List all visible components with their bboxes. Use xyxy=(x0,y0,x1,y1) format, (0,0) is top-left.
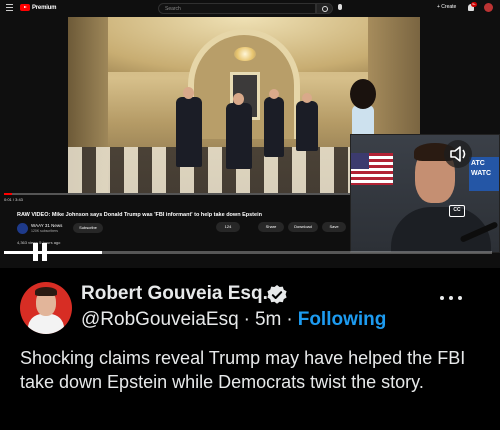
youtube-logo-text: Premium xyxy=(32,4,57,11)
tweet-timestamp[interactable]: 5m xyxy=(255,309,281,330)
notification-badge: 9+ xyxy=(471,2,477,7)
person-figure xyxy=(296,101,318,151)
captions-icon[interactable]: CC xyxy=(449,205,465,217)
following-button[interactable]: Following xyxy=(298,309,387,330)
like-button[interactable]: 124 xyxy=(216,222,240,232)
youtube-play-icon xyxy=(20,4,30,11)
american-flag xyxy=(351,153,393,185)
video-player[interactable]: Premium Search + Create 9+ 0:01 / 3:43 R… xyxy=(0,0,500,268)
webcam-overlay: ATC WATC xyxy=(350,134,500,253)
separator-dot: · xyxy=(286,309,293,330)
microphone-icon[interactable] xyxy=(338,4,342,10)
volume-icon[interactable] xyxy=(444,140,472,168)
chandelier xyxy=(234,47,256,61)
save-button[interactable]: Save xyxy=(322,222,346,232)
person-figure xyxy=(264,97,284,157)
search-icon[interactable] xyxy=(316,3,333,14)
youtube-top-bar: Premium Search + Create 9+ xyxy=(0,0,500,17)
youtube-logo[interactable]: Premium xyxy=(20,4,56,11)
author-handle[interactable]: @RobGouveiaEsq xyxy=(81,309,239,330)
menu-icon[interactable] xyxy=(6,4,13,13)
person-figure xyxy=(176,97,202,167)
separator-dot: · xyxy=(243,309,250,330)
person-head xyxy=(183,87,194,99)
author-avatar[interactable] xyxy=(20,282,72,334)
author-display-name[interactable]: Robert Gouveia Esq. xyxy=(81,283,268,305)
person-head xyxy=(302,93,312,103)
handle-row: @RobGouveiaEsq · 5m · Following xyxy=(81,309,386,331)
tweet: Robert Gouveia Esq. @RobGouveiaEsq · 5m · Fo… xyxy=(0,268,500,430)
share-button[interactable]: Share xyxy=(258,222,284,232)
download-button[interactable]: Download xyxy=(288,222,318,232)
channel-avatar[interactable] xyxy=(17,223,28,234)
playback-scrubber[interactable] xyxy=(4,251,492,254)
video-title: RAW VIDEO: Mike Johnson says Donald Trum… xyxy=(17,212,262,218)
channel-name[interactable]: WAAY 31 News xyxy=(31,223,62,228)
subscribe-button[interactable]: Subscribe xyxy=(73,223,103,233)
create-button[interactable]: + Create xyxy=(437,4,456,10)
search-input[interactable]: Search xyxy=(158,3,316,14)
person-head xyxy=(269,89,279,99)
background-sign: ATC WATC xyxy=(469,157,499,191)
tweet-text: Shocking claims reveal Trump may have he… xyxy=(20,348,466,392)
video-time: 0:01 / 3:43 xyxy=(4,197,23,202)
person-head xyxy=(233,93,244,105)
woman-hair xyxy=(350,79,376,109)
channel-subscribers: 120K subscribers xyxy=(31,229,59,233)
person-figure xyxy=(226,103,252,169)
more-options-icon[interactable] xyxy=(440,296,464,302)
verified-badge-icon xyxy=(267,285,287,304)
account-avatar[interactable] xyxy=(484,3,493,12)
